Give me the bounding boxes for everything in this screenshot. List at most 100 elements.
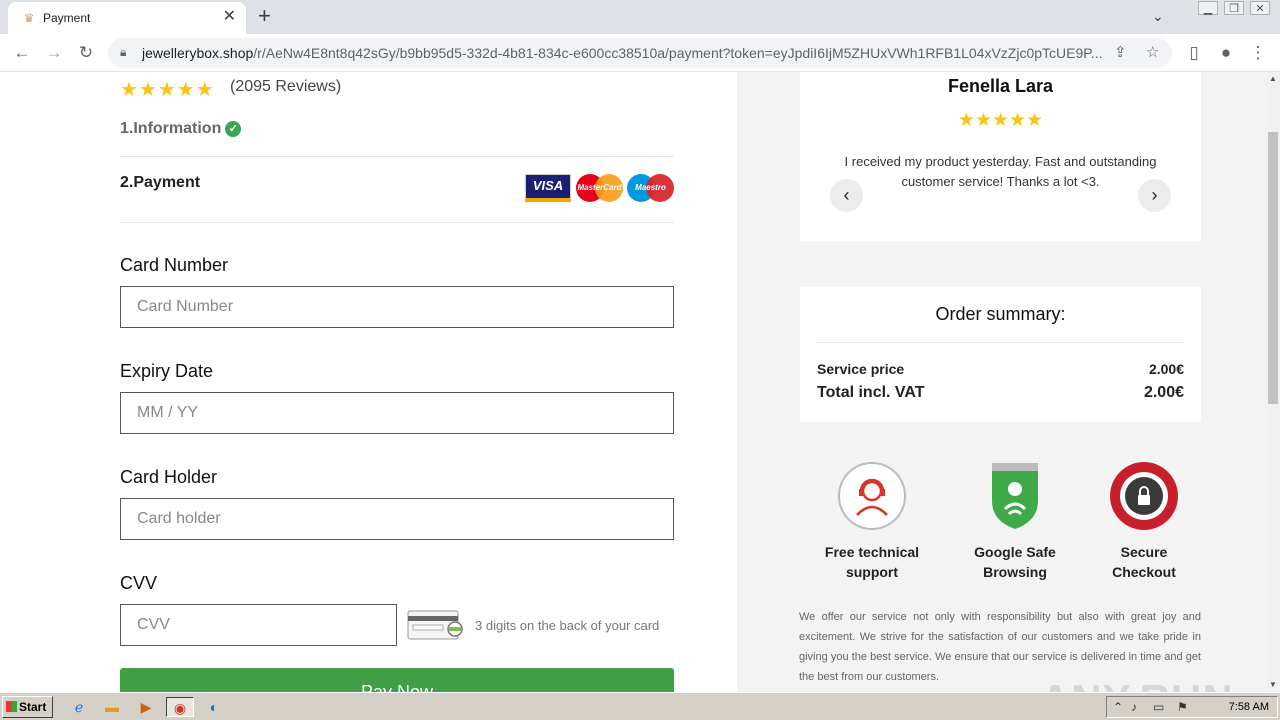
action-center-flag-icon[interactable]: ⚑ [1177,700,1188,714]
cvv-label: CVV [120,573,158,593]
total-value: 2.00€ [1143,384,1184,401]
reviewer-name: Fenella Lara [947,76,1054,96]
summary-title: Order summary: [935,304,1066,324]
new-tab-icon[interactable]: + [258,4,271,28]
badge-support-line2: support [845,564,899,580]
bookmark-star-icon[interactable]: ☆ [1146,43,1159,61]
product-rating-stars: ★★★★★ [120,79,215,101]
maestro-logo: Maestro [627,174,674,202]
visa-logo: VISA [525,174,571,202]
start-button[interactable]: Start [2,696,53,718]
site-favicon-icon: ♛ [23,11,35,25]
windows-taskbar: Start ℯ ▬ ▶ ◉ ◐ ⌃ ♪ ▭ ⚑ 7:58 AM [0,692,1280,720]
step-information-label: 1.Information [120,120,222,137]
checkmark-icon: ✓ [225,121,242,137]
step-payment: 2.Payment [120,174,201,191]
reload-icon[interactable]: ↻ [74,41,98,65]
order-summary: Order summary: Service price 2.00€ Total… [800,287,1201,422]
share-icon[interactable]: ⇪ [1114,43,1127,61]
card-back-cvv-icon [407,610,463,640]
carousel-next-icon[interactable]: › [1138,179,1171,212]
service-price-value: 2.00€ [1148,361,1184,377]
forward-icon[interactable]: → [42,41,66,65]
page-content: Fenella Lara ★★★★★ I received my product… [0,72,1266,692]
side-panel-icon[interactable]: ▯ [1182,41,1206,65]
windows-logo-icon [6,701,17,712]
right-panel: Fenella Lara ★★★★★ I received my product… [737,72,1266,692]
url-text[interactable]: jewellerybox.shop/r/AeNw4E8nt8q42sGy/b9b… [142,45,1102,61]
card-logos: VISA MasterCard Maestro [525,173,675,203]
browser-tab-strip: ♛ Payment ✕ + ⌄ ▁ ❐ ✕ [0,0,1280,34]
scroll-up-icon[interactable]: ▲ [1266,72,1280,86]
restore-icon[interactable]: ❐ [1224,1,1244,15]
divider [817,342,1184,343]
minimize-icon[interactable]: ▁ [1198,1,1218,15]
google-safe-browsing-shield-icon [992,463,1038,529]
card-number-input[interactable] [120,286,674,328]
reviews-count: (2095 Reviews) [230,78,342,95]
badge-secure-line2: Checkout [1112,564,1176,580]
scroll-down-icon[interactable]: ▼ [1266,678,1280,692]
start-label: Start [19,700,47,714]
about-text: We offer our service not only with respo… [799,611,1201,683]
total-row: Total incl. VAT 2.00€ [817,384,1184,402]
tab-close-icon[interactable]: ✕ [223,8,236,26]
chrome-icon[interactable]: ◉ [166,697,194,717]
tab-search-chevron-icon[interactable]: ⌄ [1152,8,1164,25]
edge-icon[interactable]: ◐ [203,697,225,717]
card-holder-input[interactable] [120,498,674,540]
mastercard-label: MasterCard [577,183,622,192]
url-path: /r/AeNw4E8nt8q42sGy/b9bb95d5-332d-4b81-8… [253,45,1102,61]
maestro-label: Maestro [635,183,666,192]
secure-checkout-seal-icon [1110,462,1178,530]
badge-safe-line2: Browsing [983,564,1047,580]
expiry-date-label: Expiry Date [120,361,214,381]
media-player-icon[interactable]: ▶ [135,697,157,717]
cvv-input[interactable] [120,604,397,646]
badge-secure-checkout: Secure Checkout [1069,461,1219,582]
card-holder-label: Card Holder [120,467,218,487]
badge-support-line1: Free technical [824,544,920,560]
clock[interactable]: 7:58 AM [1229,701,1269,713]
url-host: jewellerybox.shop [142,45,254,61]
scroll-thumb[interactable] [1268,132,1278,404]
divider [120,222,674,223]
headset-support-icon [838,462,906,530]
review-stars: ★★★★★ [957,110,1044,131]
browser-tab[interactable]: ♛ Payment ✕ [8,2,246,34]
anyrun-watermark: ANY.RUN [1040,676,1234,692]
badge-safe-browsing: Google Safe Browsing [940,461,1090,582]
badge-secure-line1: Secure [1120,544,1168,560]
cvv-hint: 3 digits on the back of your card [475,618,660,633]
page-scrollbar[interactable]: ▲ ▼ [1266,72,1280,692]
network-icon[interactable]: ▭ [1153,700,1164,714]
badge-safe-line1: Google Safe [974,544,1056,560]
browser-toolbar: ← → ↻ 🔒︎ jewellerybox.shop/r/AeNw4E8nt8q… [0,34,1280,72]
system-tray: ⌃ ♪ ▭ ⚑ 7:58 AM [1106,696,1278,718]
folder-icon[interactable]: ▬ [101,697,123,717]
window-controls: ▁ ❐ ✕ [1198,1,1270,15]
menu-kebab-icon[interactable]: ⋮ [1246,41,1270,65]
tray-expand-icon[interactable]: ⌃ [1113,700,1123,714]
address-bar[interactable]: 🔒︎ jewellerybox.shop/r/AeNw4E8nt8q42sGy/… [108,38,1172,68]
badge-support: Free technical support [797,461,947,582]
internet-explorer-icon[interactable]: ℯ [68,697,90,717]
mastercard-logo: MasterCard [576,174,623,202]
back-icon[interactable]: ← [10,41,34,65]
tab-title: Payment [43,11,91,25]
divider [120,156,674,157]
profile-avatar-icon[interactable]: ● [1214,41,1238,65]
lock-icon[interactable]: 🔒︎ [120,45,126,60]
service-price-row: Service price 2.00€ [817,361,1184,377]
pay-now-button[interactable]: Pay Now [120,668,674,692]
card-number-label: Card Number [120,255,229,275]
total-label: Total incl. VAT [817,384,925,401]
volume-icon[interactable]: ♪ [1131,700,1137,714]
carousel-prev-icon[interactable]: ‹ [830,179,863,212]
step-information[interactable]: 1.Information ✓ [120,120,242,138]
review-carousel: Fenella Lara ★★★★★ I received my product… [800,72,1201,241]
expiry-date-input[interactable] [120,392,674,434]
service-price-label: Service price [817,361,905,377]
review-text: I received my product yesterday. Fast an… [844,154,1157,189]
close-window-icon[interactable]: ✕ [1250,1,1270,15]
